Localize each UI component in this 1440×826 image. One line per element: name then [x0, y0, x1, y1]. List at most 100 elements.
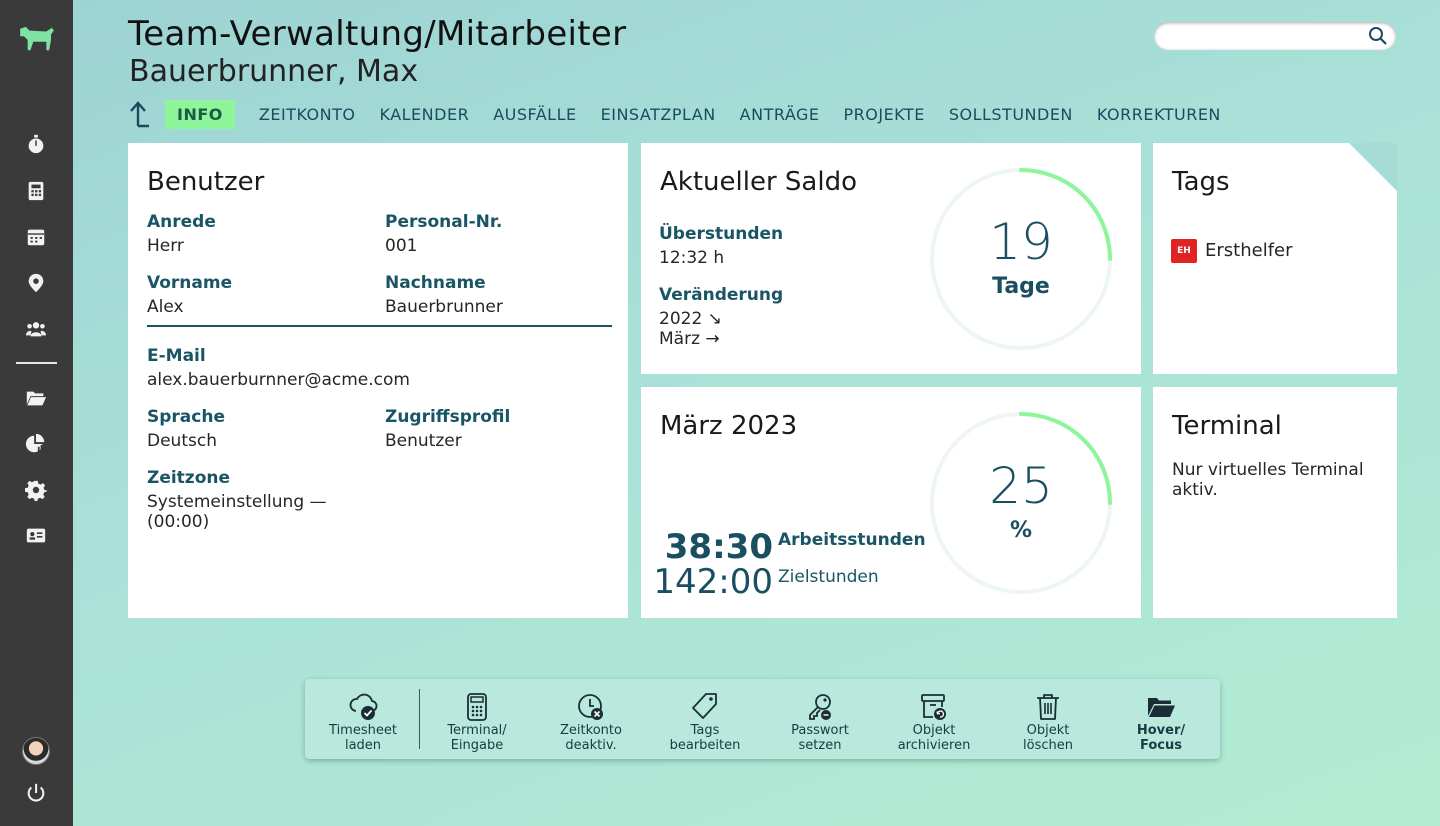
veraenderung-month: März → — [659, 329, 720, 349]
search-icon[interactable] — [1368, 26, 1388, 46]
tab-zeitkonto[interactable]: ZEITKONTO — [247, 100, 368, 129]
action-label-line1: Passwort — [791, 723, 849, 738]
card-corner-fold — [1349, 143, 1397, 191]
action-label-line2: Eingabe — [450, 738, 504, 753]
sprache-value: Deutsch — [147, 431, 217, 451]
cloud-check-icon — [349, 693, 378, 720]
action-label-line1: Hover/ — [1136, 723, 1186, 738]
action-label-line1: Objekt — [912, 723, 956, 738]
avatar[interactable] — [22, 737, 50, 765]
month-ring-value: 25 — [989, 457, 1053, 515]
action-label-line1: Tags — [690, 723, 720, 738]
id-card-icon[interactable] — [24, 524, 48, 548]
ueberstunden-value: 12:32 h — [659, 248, 725, 268]
nachname-value: Bauerbrunner — [385, 297, 503, 317]
action-label-line1: Timesheet — [329, 723, 397, 738]
action-label-line2: laden — [344, 738, 382, 753]
zeitzone-value-line2: (00:00) — [147, 512, 210, 532]
tab-sollstunden[interactable]: SOLLSTUNDEN — [937, 100, 1085, 129]
timesheet-laden-button[interactable]: Timesheet laden — [308, 685, 418, 755]
key-icon — [809, 694, 831, 720]
back-arrow-icon[interactable] — [128, 100, 152, 128]
veraenderung-label: Veränderung — [659, 285, 784, 305]
search-input[interactable] — [1166, 22, 1366, 50]
anrede-value: Herr — [147, 236, 184, 256]
benutzer-title: Benutzer — [147, 167, 265, 197]
stopwatch-icon[interactable] — [24, 132, 48, 156]
vorname-label: Vorname — [147, 273, 233, 293]
tag-label[interactable]: Ersthelfer — [1205, 240, 1293, 261]
tag-badge: EH — [1171, 239, 1197, 263]
action-label-line1: Zeitkonto — [560, 723, 622, 738]
tab-kalender[interactable]: KALENDER — [367, 100, 481, 129]
zeitkonto-deaktiv-button[interactable]: Zeitkonto deaktiv. — [536, 685, 646, 755]
zielstunden-value: 142:00 — [653, 562, 773, 602]
action-label-line2: deaktiv. — [565, 738, 617, 753]
hover-focus-button[interactable]: Hover/ Focus — [1106, 685, 1216, 755]
team-icon[interactable] — [24, 317, 48, 341]
month-ring-unit: % — [1009, 518, 1033, 543]
folder-open-icon[interactable] — [24, 386, 48, 410]
saldo-card: Aktueller Saldo Überstunden 12:32 h Verä… — [641, 143, 1141, 374]
tab-korrekturen[interactable]: KORREKTUREN — [1085, 100, 1233, 129]
clock-x-icon — [578, 694, 603, 720]
archive-icon — [921, 694, 946, 720]
tab-projekte[interactable]: PROJEKTE — [831, 100, 936, 129]
tag-icon — [692, 693, 717, 719]
terminal-eingabe-button[interactable]: Terminal/ Eingabe — [422, 685, 532, 755]
power-icon[interactable] — [24, 781, 48, 805]
objekt-loeschen-button[interactable]: Objekt löschen — [993, 685, 1103, 755]
personal-nr-label: Personal-Nr. — [385, 212, 503, 232]
terminal-text-line1: Nur virtuelles Terminal — [1172, 460, 1364, 480]
action-label-line2: setzen — [798, 738, 842, 753]
zugriffsprofil-value: Benutzer — [385, 431, 462, 451]
saldo-ring-value: 19 — [989, 213, 1053, 271]
chart-pie-icon[interactable] — [24, 432, 48, 456]
passwort-setzen-button[interactable]: Passwort setzen — [765, 685, 875, 755]
trash-icon — [1037, 694, 1059, 720]
action-label-line1: Terminal/ — [447, 723, 507, 738]
location-pin-icon[interactable] — [24, 271, 48, 295]
logo-dog-icon[interactable] — [18, 24, 56, 54]
sprache-label: Sprache — [147, 407, 225, 427]
action-label-line1: Objekt — [1026, 723, 1070, 738]
zeitzone-label: Zeitzone — [147, 468, 231, 488]
action-label-line2: archivieren — [897, 738, 971, 753]
tags-title: Tags — [1172, 167, 1230, 197]
action-separator — [419, 689, 420, 749]
anrede-label: Anrede — [147, 212, 216, 232]
saldo-ring-unit: Tage — [992, 274, 1050, 299]
email-value: alex.bauerburnner@acme.com — [147, 370, 410, 390]
arbeitsstunden-value: 38:30 — [664, 527, 773, 567]
sidebar-divider — [16, 362, 57, 364]
calendar-icon[interactable] — [24, 225, 48, 249]
zeitzone-value-line1: Systemeinstellung — — [147, 492, 327, 512]
tab-einsatzplan[interactable]: EINSATZPLAN — [589, 100, 728, 129]
terminal-title: Terminal — [1172, 411, 1282, 441]
page-title: Team-Verwaltung/Mitarbeiter — [128, 14, 627, 54]
tags-card: Tags EH Ersthelfer — [1153, 143, 1397, 374]
benutzer-card: Benutzer Anrede Herr Personal-Nr. 001 Vo… — [128, 143, 628, 618]
tab-ausfaelle[interactable]: AUSFÄLLE — [481, 100, 588, 129]
tags-bearbeiten-button[interactable]: Tags bearbeiten — [650, 685, 760, 755]
saldo-title: Aktueller Saldo — [660, 167, 857, 197]
personal-nr-value: 001 — [385, 236, 418, 256]
veraenderung-year: 2022 ↘ — [659, 309, 722, 329]
vorname-value: Alex — [147, 297, 184, 317]
action-label-line2: löschen — [1023, 738, 1073, 753]
action-label-line2: bearbeiten — [669, 738, 741, 753]
arbeitsstunden-label: Arbeitsstunden — [778, 530, 926, 550]
month-card: März 2023 38:30 Arbeitsstunden 142:00 Zi… — [641, 387, 1141, 618]
gear-icon[interactable] — [24, 478, 48, 502]
tab-antraege[interactable]: ANTRÄGE — [728, 100, 832, 129]
search-box[interactable] — [1154, 22, 1396, 50]
divider — [147, 325, 612, 327]
calculator-icon[interactable] — [24, 179, 48, 203]
zugriffsprofil-label: Zugriffsprofil — [385, 407, 511, 427]
month-title: März 2023 — [660, 411, 798, 441]
objekt-archivieren-button[interactable]: Objekt archivieren — [879, 685, 989, 755]
tab-info[interactable]: INFO — [165, 99, 235, 129]
calculator-icon — [467, 693, 487, 721]
email-label: E-Mail — [147, 346, 206, 366]
terminal-text-line2: aktiv. — [1172, 480, 1218, 500]
